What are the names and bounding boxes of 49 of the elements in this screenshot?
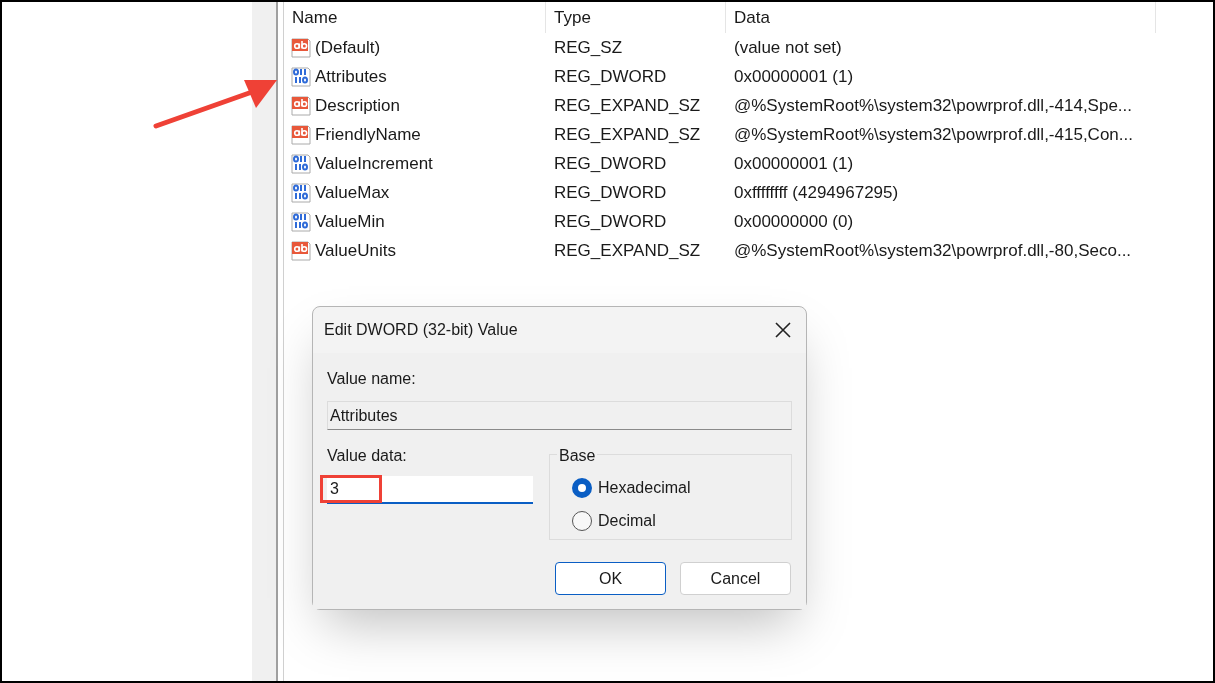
value-name[interactable]: ValueIncrement [315, 150, 433, 177]
dialog-title: Edit DWORD (32-bit) Value [324, 320, 518, 340]
value-type: REG_EXPAND_SZ [554, 240, 701, 260]
value-data: @%SystemRoot%\system32\powrprof.dll,-415,Con... [734, 124, 1133, 144]
value-name[interactable]: ValueUnits [315, 237, 396, 264]
radio-label: Hexadecimal [598, 477, 691, 498]
value-type: REG_DWORD [554, 182, 667, 202]
field-label: Value name: [327, 369, 416, 389]
value-type: REG_SZ [554, 37, 623, 57]
radio-button[interactable] [572, 510, 592, 531]
value-type: REG_DWORD [554, 153, 667, 173]
text-value-icon [290, 123, 312, 146]
text-value-icon [290, 36, 312, 59]
value-name[interactable]: ValueMax [315, 179, 390, 206]
value-type: REG_EXPAND_SZ [554, 124, 701, 144]
binary-value-icon [290, 181, 312, 204]
value-data: @%SystemRoot%\system32\powrprof.dll,-80,Seco... [734, 240, 1132, 260]
value-data: 0xffffffff (4294967295) [734, 182, 899, 202]
value-data: 0x00000000 (0) [734, 211, 854, 231]
value-name[interactable]: Description [315, 92, 401, 119]
radio-label: Decimal [598, 510, 656, 531]
text-value-icon [290, 94, 312, 117]
binary-value-icon [290, 210, 312, 233]
value-name[interactable]: Attributes [315, 63, 387, 90]
column-header[interactable]: Data [734, 4, 770, 31]
value-type: REG_DWORD [554, 66, 667, 86]
value-name-field[interactable]: Attributes [327, 401, 792, 430]
value-type: REG_DWORD [554, 211, 667, 231]
close-icon[interactable] [774, 321, 792, 339]
value-data: @%SystemRoot%\system32\powrprof.dll,-414,Spe... [734, 95, 1133, 115]
value-type: REG_EXPAND_SZ [554, 95, 701, 115]
radio-button[interactable] [572, 477, 592, 498]
value-data: 0x00000001 (1) [734, 66, 854, 86]
value-data: (value not set) [734, 37, 842, 57]
highlight-frame [320, 475, 382, 503]
binary-value-icon [290, 152, 312, 175]
field-label: Value data: [327, 446, 407, 466]
ok-button[interactable]: OK [555, 562, 666, 595]
text-value-icon [290, 239, 312, 262]
value-name[interactable]: (Default) [315, 34, 381, 61]
value-data-field[interactable]: 3 [327, 476, 533, 504]
value-name[interactable]: ValueMin [315, 208, 385, 235]
column-header[interactable]: Name [292, 4, 338, 31]
binary-value-icon [290, 65, 312, 88]
cancel-button[interactable]: Cancel [680, 562, 791, 595]
value-name[interactable]: FriendlyName [315, 121, 421, 148]
column-header[interactable]: Type [554, 4, 591, 31]
value-data: 0x00000001 (1) [734, 153, 854, 173]
splitter-bar[interactable] [252, 2, 278, 681]
